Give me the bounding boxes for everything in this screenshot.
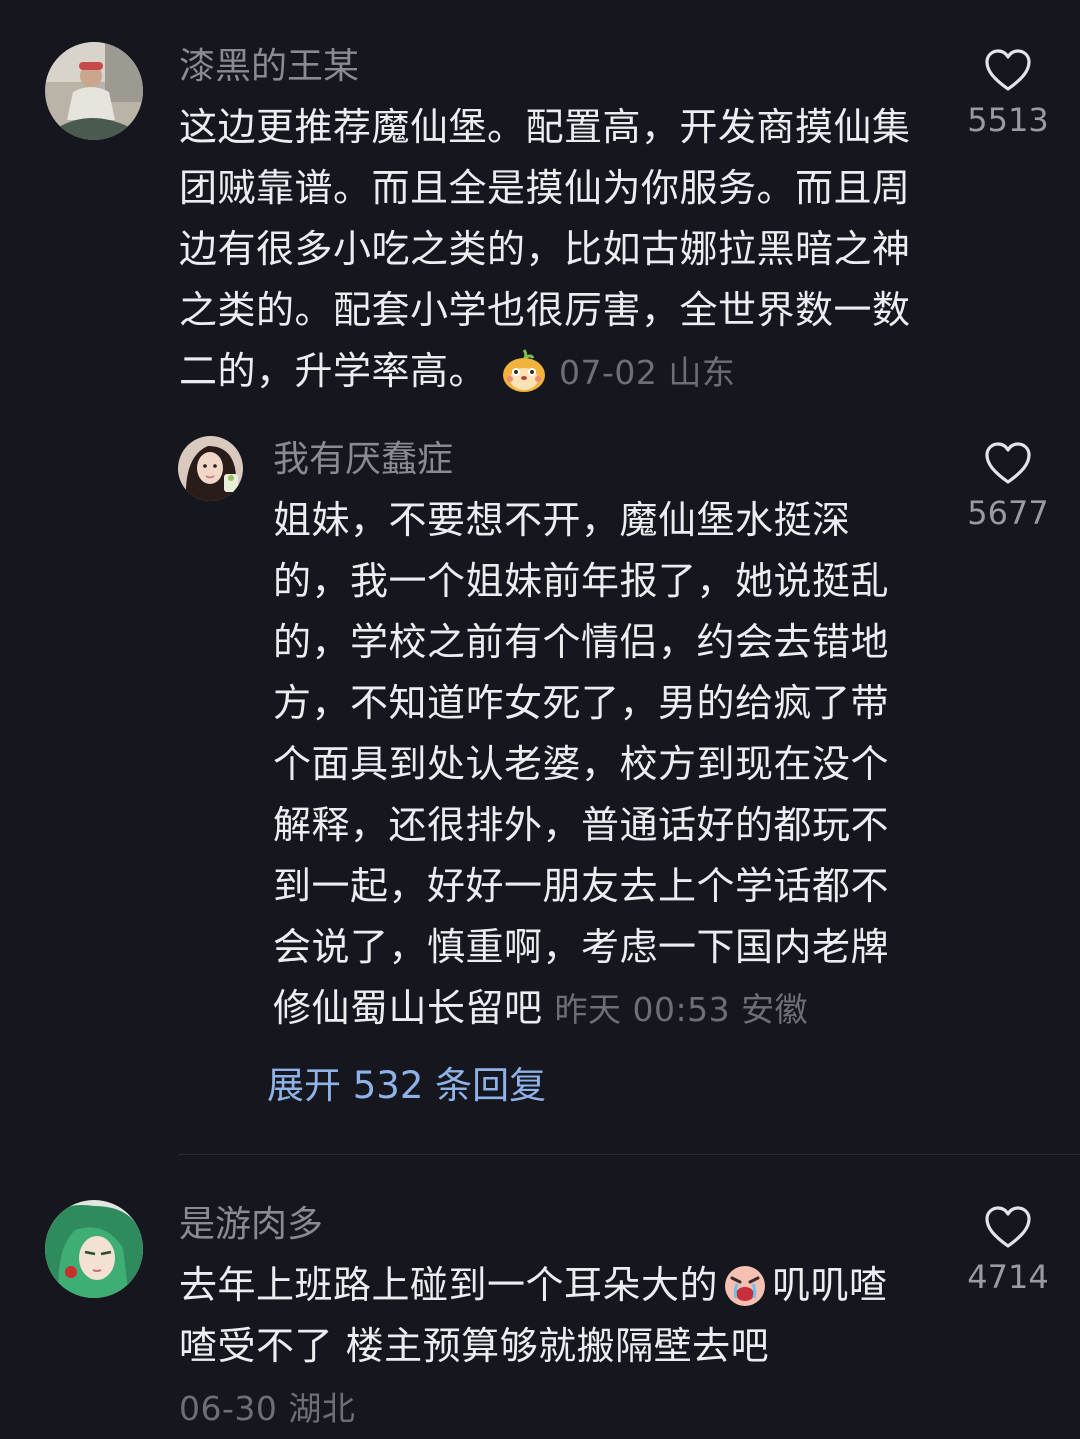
expand-replies-link[interactable]: 展开 532 条回复 xyxy=(267,1062,546,1110)
avatar[interactable] xyxy=(178,436,243,501)
heart-outline-icon xyxy=(985,442,1031,484)
like-count: 5677 xyxy=(967,494,1049,532)
username[interactable]: 漆黑的王某 xyxy=(179,43,359,91)
like-button[interactable]: 5513 xyxy=(953,48,1063,140)
heart-outline-icon xyxy=(985,49,1031,91)
heart-outline-icon xyxy=(985,1206,1031,1248)
like-button[interactable]: 4714 xyxy=(953,1205,1063,1297)
comment-line: 解释，还很排外，普通话好的都玩不 xyxy=(273,803,890,847)
username[interactable]: 是游肉多 xyxy=(179,1201,323,1249)
comment-line: 的，学校之前有个情侣，约会去错地 xyxy=(273,620,890,664)
comment-line: 方，不知道咋女死了，男的给疯了带 xyxy=(273,681,890,725)
comment-meta: 昨天 00:53 安徽 xyxy=(554,990,809,1029)
username[interactable]: 我有厌蠢症 xyxy=(273,436,453,484)
like-count: 5513 xyxy=(967,101,1049,139)
divider xyxy=(178,1154,1080,1155)
avatar[interactable] xyxy=(45,42,143,140)
comment-meta: 07-02 山东 xyxy=(559,353,736,392)
comment-line: 喳受不了 楼主预算够就搬隔壁去吧 xyxy=(179,1324,770,1368)
comment-line: 个面具到处认老婆，校方到现在没个 xyxy=(273,742,890,786)
comment-meta: 06-30 湖北 xyxy=(179,1389,356,1428)
comment-line: 去年上班路上碰到一个耳朵大的 叽叽喳 xyxy=(179,1255,888,1316)
comment-line-text: 叽叽喳 xyxy=(772,1263,888,1307)
comment-line: 这边更推荐魔仙堡。配置高，开发商摸仙集 xyxy=(179,105,911,149)
comment-line: 姐妹，不要想不开，魔仙堡水挺深 xyxy=(273,498,851,542)
comment-line: 06-30 湖北 xyxy=(179,1377,888,1438)
comment-line: 修仙蜀山长留吧 昨天 00:53 安徽 xyxy=(273,978,889,1039)
like-count: 4714 xyxy=(967,1258,1049,1296)
hamster-face-emoji xyxy=(501,348,547,412)
comment-line: 团贼靠谱。而且全是摸仙为你服务。而且周 xyxy=(179,166,911,210)
comment-line: 到一起，好好一朋友去上个学话都不 xyxy=(273,864,890,908)
comment-text: 姐妹，不要想不开，魔仙堡水挺深 的，我一个姐妹前年报了，她说挺乱 的，学校之前有… xyxy=(273,490,889,1039)
comment-line: 之类的。配套小学也很厉害，全世界数一数 xyxy=(179,288,911,332)
like-button[interactable]: 5677 xyxy=(953,441,1063,533)
comment-line: 的，我一个姐妹前年报了，她说挺乱 xyxy=(273,559,890,603)
comment-line: 二的，升学率高。 07-02 山东 xyxy=(179,341,911,402)
comment-text: 这边更推荐魔仙堡。配置高，开发商摸仙集 团贼靠谱。而且全是摸仙为你服务。而且周 … xyxy=(179,97,911,402)
comment-line-text: 去年上班路上碰到一个耳朵大的 xyxy=(179,1263,719,1307)
comment-line: 边有很多小吃之类的，比如古娜拉黑暗之神 xyxy=(179,227,911,271)
comment-line-text: 修仙蜀山长留吧 xyxy=(273,986,543,1030)
avatar[interactable] xyxy=(45,1200,143,1298)
comment-line: 会说了，慎重啊，考虑一下国内老牌 xyxy=(273,925,890,969)
comment-line-text: 二的，升学率高。 xyxy=(179,349,488,393)
